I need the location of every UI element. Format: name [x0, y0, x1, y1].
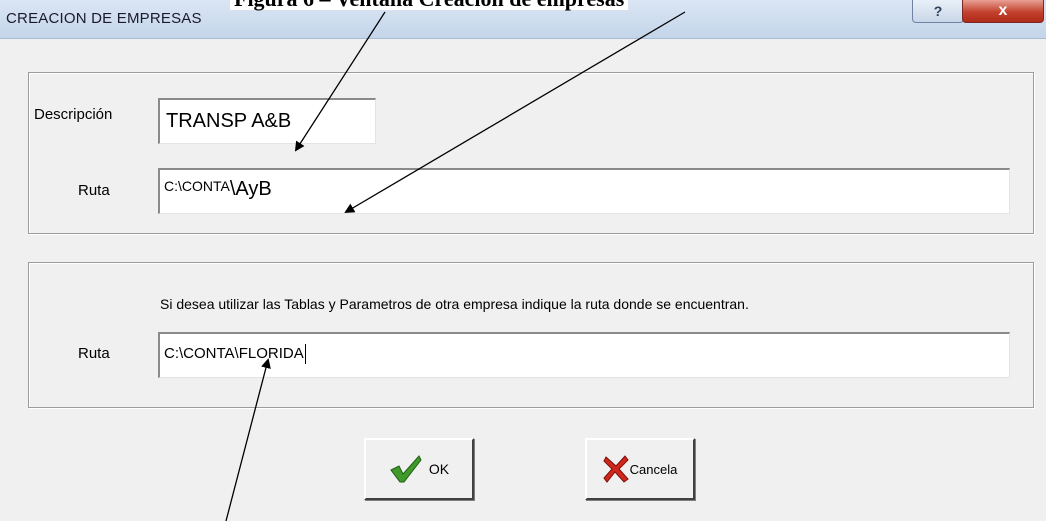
descripcion-label: Descripción — [34, 106, 113, 123]
ruta-input[interactable]: C:\CONTA\AyB — [158, 168, 1010, 214]
ok-label: OK — [428, 461, 450, 477]
close-icon: x — [998, 2, 1008, 19]
help-icon: ? — [933, 3, 943, 19]
ok-button[interactable]: OK — [364, 438, 474, 500]
cancel-button[interactable]: Cancela — [585, 438, 695, 500]
ruta-value-prefix: C:\CONTA — [164, 178, 230, 194]
ruta-tablas-label: Ruta — [78, 345, 110, 362]
text-caret — [304, 344, 306, 364]
ruta-tablas-value: C:\CONTA\FLORIDA — [164, 344, 304, 362]
tablas-hint-text: Si desea utilizar las Tablas y Parametro… — [160, 296, 749, 312]
descripcion-input[interactable]: TRANSP A&B — [158, 98, 376, 144]
descripcion-value: TRANSP A&B — [166, 110, 292, 132]
figure-caption: Figura 6 – Ventana Creación de empresas — [230, 0, 629, 11]
ruta-value-suffix: \AyB — [229, 178, 272, 200]
close-button[interactable]: x — [962, 0, 1044, 23]
window-title: CREACION DE EMPRESAS — [6, 10, 202, 27]
creacion-empresas-dialog: CREACION DE EMPRESAS ? x Descripción TRA… — [0, 0, 1046, 521]
cancel-label: Cancela — [629, 461, 678, 477]
ruta-tablas-input[interactable]: C:\CONTA\FLORIDA — [158, 332, 1010, 378]
help-button[interactable]: ? — [912, 0, 964, 23]
ruta-label: Ruta — [78, 182, 110, 199]
checkmark-icon — [390, 455, 422, 483]
red-x-icon — [602, 455, 629, 483]
